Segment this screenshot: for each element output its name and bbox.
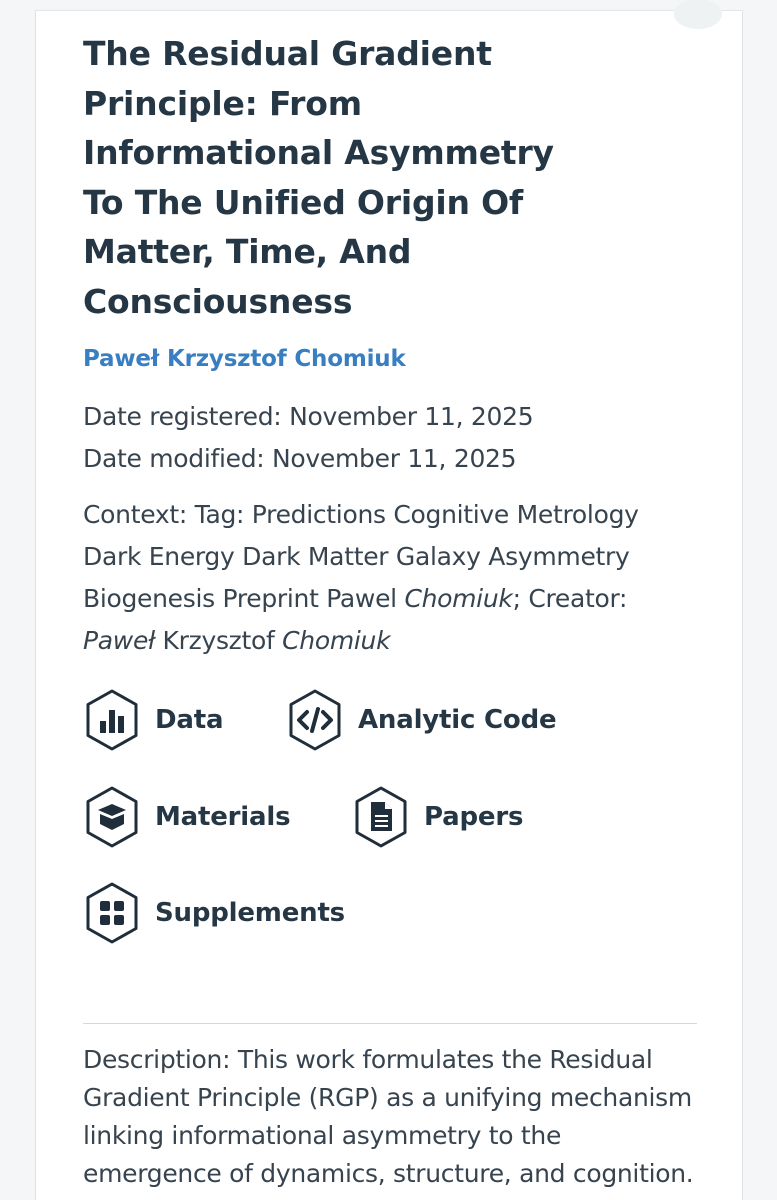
badge-analytic-code-label: Analytic Code [358, 704, 557, 735]
context-text: Context: Tag: Predictions Cognitive Metr… [83, 494, 643, 662]
dates-block: Date registered: November 11, 2025 Date … [83, 396, 697, 480]
document-icon [355, 786, 407, 848]
context-middle2: Krzysztof [154, 625, 283, 655]
code-icon [289, 689, 341, 751]
context-em-firstname: Paweł [83, 625, 155, 655]
badge-papers-label: Papers [424, 801, 524, 832]
record-title: The Residual Gradient Principle: From In… [83, 34, 554, 321]
context-em-surname: Chomiuk [404, 583, 513, 613]
badge-materials-label: Materials [155, 801, 291, 832]
record-card: The Residual Gradient Principle: From In… [35, 0, 743, 1200]
context-middle: ; Creator: [512, 583, 628, 613]
record-content: The Residual Gradient Principle: From In… [83, 29, 697, 958]
date-registered: Date registered: November 11, 2025 [83, 401, 534, 431]
badge-papers[interactable]: Papers [352, 785, 523, 849]
box-icon [86, 786, 138, 848]
badge-analytic-code[interactable]: Analytic Code [286, 688, 557, 752]
badge-materials[interactable]: Materials [83, 785, 291, 849]
badge-supplements-label: Supplements [155, 897, 345, 928]
badge-data-label: Data [155, 704, 224, 735]
grid-icon [86, 882, 138, 944]
badge-data[interactable]: Data [83, 688, 224, 752]
open-science-badges: Data Analytic Code Materials Papers Supp… [83, 688, 697, 958]
partial-circle-button[interactable] [674, 0, 722, 29]
author-link[interactable]: Paweł Krzysztof Chomiuk [83, 346, 406, 372]
page: The Residual Gradient Principle: From In… [0, 0, 777, 1200]
divider [83, 1023, 697, 1024]
context-em-surname-2: Chomiuk [282, 625, 391, 655]
badge-supplements[interactable]: Supplements [83, 881, 345, 945]
record-description: Description: This work formulates the Re… [83, 1045, 694, 1200]
bar-chart-icon [86, 689, 138, 751]
date-modified: Date modified: November 11, 2025 [83, 443, 517, 473]
